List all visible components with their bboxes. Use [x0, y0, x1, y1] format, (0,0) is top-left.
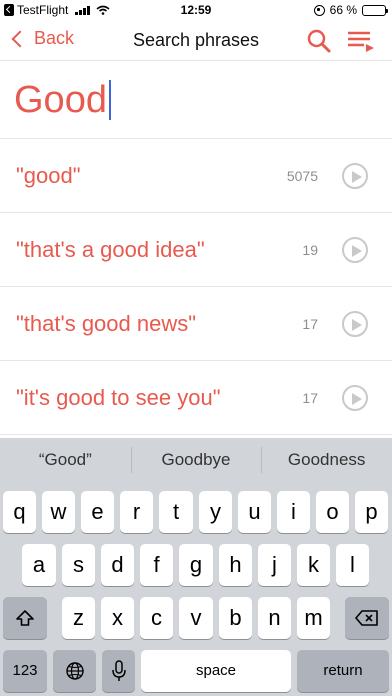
results-list: "good" 5075 "that's a good idea" 19 "tha… — [0, 139, 392, 435]
space-key[interactable]: space — [141, 650, 291, 692]
suggestion-item[interactable]: “Good” — [0, 438, 131, 482]
result-row[interactable]: "good" 5075 — [0, 139, 392, 213]
key-a[interactable]: a — [22, 544, 56, 586]
shift-key[interactable] — [3, 597, 47, 639]
key-x[interactable]: x — [101, 597, 134, 639]
key-r[interactable]: r — [120, 491, 153, 533]
key-z[interactable]: z — [62, 597, 95, 639]
key-i[interactable]: i — [277, 491, 310, 533]
key-p[interactable]: p — [355, 491, 388, 533]
suggestion-item[interactable]: Goodbye — [130, 438, 262, 482]
key-t[interactable]: t — [159, 491, 193, 533]
nav-bar: Back Search phrases — [0, 20, 392, 60]
result-row[interactable]: "that's good news" 17 — [0, 287, 392, 361]
result-phrase: "it's good to see you" — [16, 385, 221, 410]
key-j[interactable]: j — [258, 544, 291, 586]
key-s[interactable]: s — [62, 544, 95, 586]
suggestion-bar: “Good” Goodbye Goodness — [0, 438, 392, 482]
shift-icon — [16, 610, 34, 626]
key-y[interactable]: y — [199, 491, 232, 533]
status-bar: TestFlight 12:59 66 % — [0, 0, 392, 20]
play-icon[interactable] — [342, 237, 368, 263]
key-v[interactable]: v — [179, 597, 213, 639]
result-row[interactable]: "that's a good idea" 19 — [0, 213, 392, 287]
key-u[interactable]: u — [238, 491, 271, 533]
key-m[interactable]: m — [297, 597, 330, 639]
result-count: 19 — [302, 242, 318, 258]
result-count: 17 — [302, 390, 318, 406]
battery-icon — [362, 4, 388, 16]
key-f[interactable]: f — [140, 544, 173, 586]
key-g[interactable]: g — [179, 544, 213, 586]
dictation-key[interactable] — [102, 650, 135, 692]
return-key[interactable]: return — [297, 650, 389, 692]
key-q[interactable]: q — [3, 491, 36, 533]
key-n[interactable]: n — [258, 597, 291, 639]
result-phrase: "that's a good idea" — [16, 237, 205, 262]
result-count: 17 — [302, 316, 318, 332]
key-k[interactable]: k — [297, 544, 330, 586]
backspace-icon — [355, 610, 378, 626]
key-w[interactable]: w — [42, 491, 75, 533]
key-l[interactable]: l — [336, 544, 369, 586]
numbers-key[interactable]: 123 — [3, 650, 47, 692]
key-d[interactable]: d — [101, 544, 134, 586]
nav-divider — [0, 60, 392, 61]
result-row[interactable]: "it's good to see you" 17 — [0, 361, 392, 435]
list-menu-icon[interactable] — [346, 28, 376, 54]
key-b[interactable]: b — [219, 597, 252, 639]
microphone-icon — [111, 660, 126, 681]
battery-percent: 66 % — [329, 3, 357, 17]
key-h[interactable]: h — [219, 544, 252, 586]
delete-key[interactable] — [345, 597, 389, 639]
key-o[interactable]: o — [316, 491, 349, 533]
search-icon[interactable] — [306, 28, 332, 54]
result-phrase: "good" — [16, 163, 81, 188]
page-title: Search phrases — [132, 30, 260, 50]
result-count: 5075 — [286, 168, 318, 184]
globe-icon — [65, 662, 84, 680]
play-icon[interactable] — [342, 311, 368, 337]
text-cursor — [108, 80, 111, 120]
suggestion-item[interactable]: Goodness — [261, 438, 392, 482]
search-query-text: Good — [14, 79, 107, 121]
play-icon[interactable] — [342, 163, 368, 189]
search-input[interactable]: Good — [14, 76, 111, 124]
play-icon[interactable] — [342, 385, 368, 411]
status-right: 66 % — [313, 3, 388, 17]
globe-key[interactable] — [53, 650, 96, 692]
key-e[interactable]: e — [81, 491, 114, 533]
orientation-lock-icon — [313, 4, 325, 16]
key-c[interactable]: c — [140, 597, 173, 639]
result-phrase: "that's good news" — [16, 311, 197, 336]
keyboard: “Good” Goodbye Goodness q w e r t y u i … — [0, 438, 392, 696]
